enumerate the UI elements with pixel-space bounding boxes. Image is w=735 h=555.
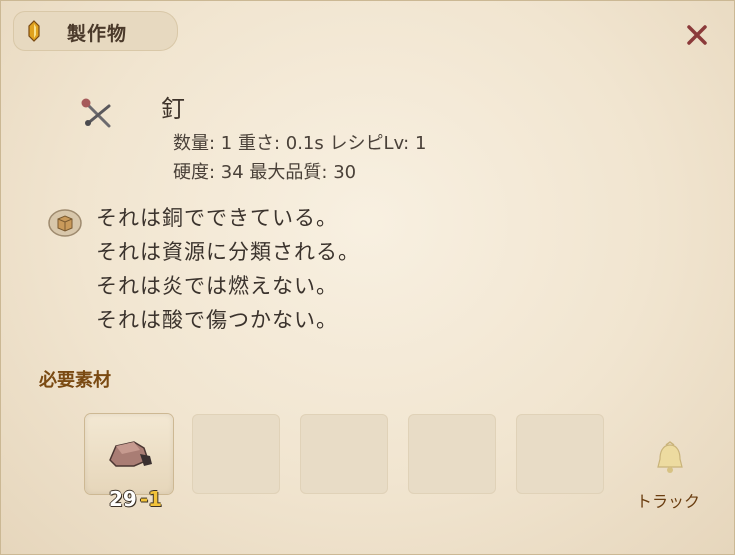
crafting-window: 製作物 釘 数量: 1 重さ: 0.1s レシピLv: 1 硬度: 34 最大品… [0,0,735,555]
material-slot-5[interactable] [516,414,604,494]
description-line: それは炎では燃えない。 [96,274,338,298]
track-button[interactable]: トラック [636,488,700,512]
material-slot-4[interactable] [408,414,496,494]
gem-icon [28,20,40,42]
item-name: 釘 [161,95,185,123]
item-stats-line1: 数量: 1 重さ: 0.1s レシピLv: 1 [173,133,427,154]
item-stats-line2: 硬度: 34 最大品質: 30 [173,162,357,183]
description-line: それは酸で傷つかない。 [96,308,338,332]
owned-count: 29 [109,487,137,511]
required-materials-title: 必要素材 [39,370,111,391]
material-slot-2[interactable] [192,414,280,494]
consume-count: -1 [139,487,163,511]
description-line: それは銅でできている。 [96,206,338,230]
item-description: それは銅でできている。 それは資源に分類される。 それは炎では燃えない。 それは… [96,201,360,337]
material-box-icon [48,209,82,237]
nail-icon [81,98,111,128]
material-count: 29 -1 [109,487,162,511]
bell-icon[interactable] [652,441,688,477]
copper-ore-icon [109,441,152,467]
description-line: それは資源に分類される。 [96,240,360,264]
material-slot-1[interactable] [85,414,173,494]
window-title: 製作物 [67,23,128,45]
material-slot-3[interactable] [300,414,388,494]
close-icon[interactable] [683,21,711,49]
